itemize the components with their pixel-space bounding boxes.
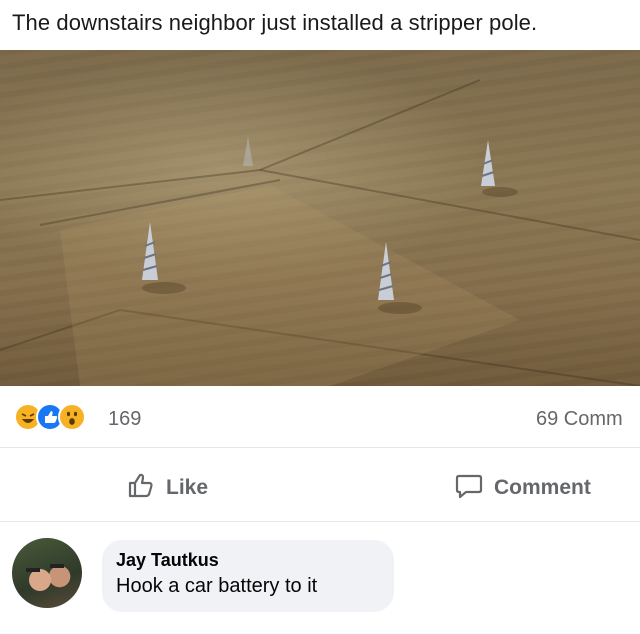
comment-icon bbox=[454, 470, 484, 506]
wow-icon bbox=[58, 403, 86, 431]
photo-illustration bbox=[0, 79, 640, 386]
comment-bubble: Jay Tautkus Hook a car battery to it bbox=[102, 540, 394, 612]
post-caption: The downstairs neighbor just installed a… bbox=[0, 0, 640, 50]
like-button[interactable]: Like bbox=[126, 470, 208, 506]
comment-label: Comment bbox=[494, 476, 591, 499]
like-label: Like bbox=[166, 476, 209, 499]
post-photo[interactable] bbox=[0, 50, 640, 386]
comment-text: Hook a car battery to it bbox=[116, 575, 318, 597]
comment-button[interactable]: Comment bbox=[454, 470, 591, 506]
thumbs-up-icon bbox=[126, 470, 156, 506]
reaction-count[interactable]: 169 bbox=[108, 408, 141, 431]
reaction-icons[interactable] bbox=[14, 403, 104, 433]
avatar[interactable] bbox=[12, 538, 82, 608]
comments-count[interactable]: 69 Comm bbox=[536, 408, 640, 431]
comment-author[interactable]: Jay Tautkus bbox=[116, 550, 380, 571]
